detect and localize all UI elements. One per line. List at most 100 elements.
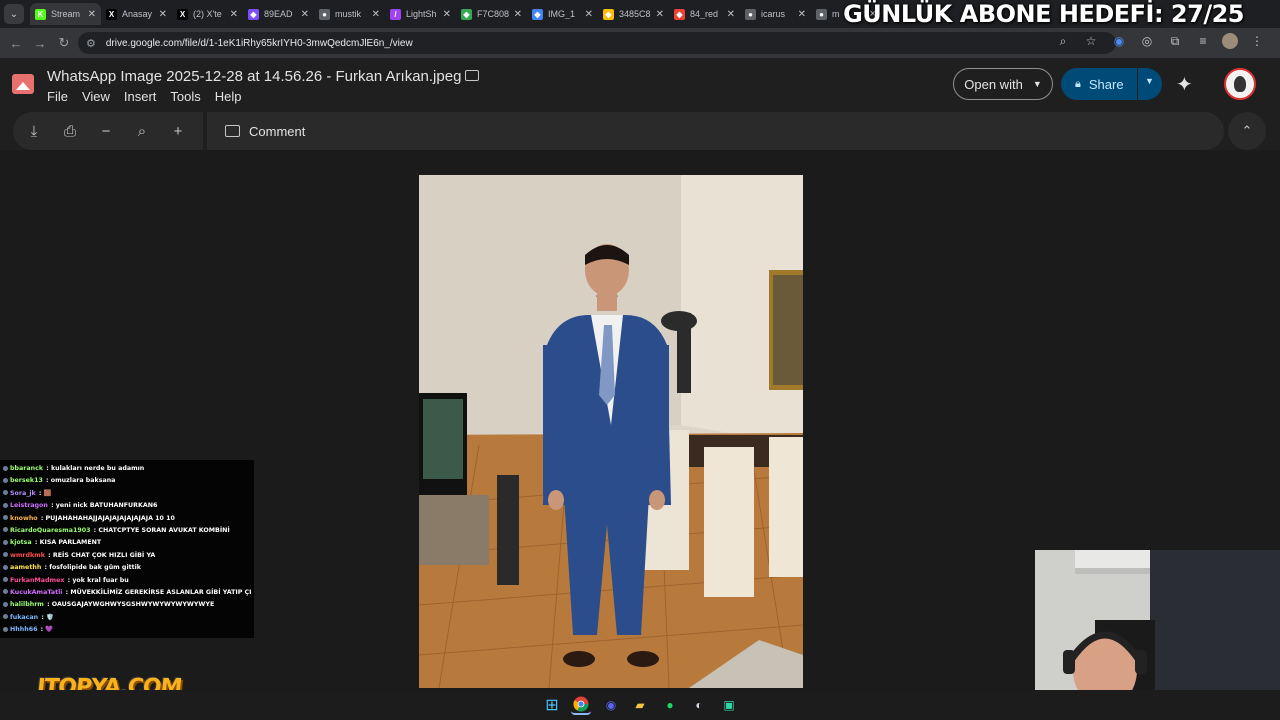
menu-file[interactable]: File — [47, 89, 68, 104]
tab-label: IMG_1 — [548, 9, 576, 19]
chat-message: RicardoQuaresma1903 : CHATCPTYE SORAN AV… — [3, 525, 251, 537]
chat-username[interactable]: KucukAmaTatli — [10, 589, 62, 596]
zoom-icon[interactable]: ⌕ — [131, 120, 153, 142]
chat-text: fosfolipide bak gûm gittik — [49, 564, 141, 572]
chat-username[interactable]: aamethh — [10, 564, 41, 571]
browser-tab[interactable]: ● icarus ✕ — [740, 3, 811, 25]
chat-badge-icon — [3, 614, 8, 620]
lock-icon: 🔒︎ — [1075, 77, 1081, 90]
share-divider — [1137, 68, 1138, 100]
tab-close-icon[interactable]: ✕ — [443, 9, 451, 20]
zoom-out-icon[interactable]: − — [95, 120, 117, 142]
tab-label: 3485C8 — [619, 9, 651, 19]
tab-close-icon[interactable]: ✕ — [514, 9, 522, 20]
preview-image — [419, 175, 803, 688]
menu-help[interactable]: Help — [215, 89, 242, 104]
print-icon[interactable]: ⎙ — [59, 120, 81, 142]
chat-username[interactable]: wmrdkmk — [10, 552, 45, 559]
chat-badge-icon — [3, 552, 8, 558]
tab-close-icon[interactable]: ✕ — [585, 9, 593, 20]
chrome-icon[interactable] — [571, 695, 591, 715]
zoom-icon[interactable]: ⌕ — [1054, 32, 1072, 50]
chat-badge-icon — [3, 477, 8, 483]
comment-button[interactable]: Comment — [249, 124, 305, 139]
browser-tab[interactable]: X Anasay ✕ — [101, 3, 172, 25]
gemini-sparkle-icon[interactable]: ✦ — [1176, 72, 1193, 97]
move-folder-icon[interactable] — [465, 70, 479, 81]
chat-username[interactable]: kjotsa — [10, 539, 32, 546]
app-icon[interactable]: ▣ — [719, 695, 739, 715]
browser-tab[interactable]: ● mustik ✕ — [314, 3, 385, 25]
url-text: drive.google.com/file/d/1-1eK1iRhy65krIY… — [105, 37, 413, 49]
collapse-toolbar-icon[interactable]: ⌃ — [1228, 112, 1266, 150]
extension-icon[interactable]: ◎ — [1138, 32, 1156, 50]
forward-button[interactable]: → — [28, 31, 52, 55]
reload-button[interactable]: ↻ — [52, 31, 76, 55]
menu-tools[interactable]: Tools — [170, 89, 200, 104]
url-input[interactable]: ⚙ drive.google.com/file/d/1-1eK1iRhy65kr… — [78, 32, 1116, 54]
tab-close-icon[interactable]: ✕ — [88, 9, 96, 20]
account-avatar[interactable] — [1224, 68, 1256, 100]
browser-actions: ⌕ ☆ ◉ ◎ ⧉ ≡ ⋮ — [1054, 32, 1266, 50]
bookmark-star-icon[interactable]: ☆ — [1082, 32, 1100, 50]
puzzle-icon[interactable]: ⧉ — [1166, 32, 1184, 50]
browser-tab[interactable]: ◆ 89EAD ✕ — [243, 3, 314, 25]
chat-username[interactable]: Sora_jk — [10, 490, 36, 497]
share-options-caret-icon[interactable]: ▼ — [1145, 76, 1154, 86]
tab-label: 84_red — [690, 9, 719, 19]
chat-badge-icon — [3, 539, 8, 545]
chat-username[interactable]: Leistragon — [10, 502, 48, 509]
tab-close-icon[interactable]: ✕ — [727, 9, 735, 20]
chat-username[interactable]: halilbhrm — [10, 601, 44, 608]
profile-avatar[interactable] — [1222, 33, 1238, 49]
windows-start-icon[interactable]: ⊞ — [542, 695, 562, 715]
browser-tab[interactable]: / LightSh ✕ — [385, 3, 456, 25]
tab-close-icon[interactable]: ✕ — [372, 9, 380, 20]
tab-label: Anasay — [122, 9, 153, 19]
tab-close-icon[interactable]: ✕ — [230, 9, 238, 20]
menu-view[interactable]: View — [82, 89, 110, 104]
chat-separator: : — [45, 551, 53, 559]
chat-message: wmrdkmk : REİS CHAT ÇOK HIZLI GİBİ YA — [3, 550, 251, 562]
browser-tab[interactable]: K Stream ✕ — [30, 3, 101, 25]
zoom-in-icon[interactable]: + — [167, 120, 189, 142]
chat-separator: : — [38, 514, 46, 522]
kebab-menu-icon[interactable]: ⋮ — [1248, 32, 1266, 50]
open-with-button[interactable]: Open with ▼ — [953, 68, 1053, 100]
chat-username[interactable]: RicardoQuaresma1903 — [10, 527, 90, 534]
chat-username[interactable]: Hhhh66 — [10, 626, 37, 633]
media-icon[interactable]: ◉ — [1110, 32, 1128, 50]
tab-close-icon[interactable]: ✕ — [301, 9, 309, 20]
browser-tab[interactable]: ◆ IMG_1 ✕ — [527, 3, 598, 25]
back-button[interactable]: ← — [4, 31, 28, 55]
chat-message: Sora_jk : 🟫 — [3, 488, 251, 500]
chat-message: bbaranck : kulakları nerde bu adamın — [3, 463, 251, 475]
browser-tab[interactable]: X (2) X'te ✕ — [172, 3, 243, 25]
tab-close-icon[interactable]: ✕ — [798, 9, 806, 20]
chat-username[interactable]: knowho — [10, 515, 38, 522]
chat-username[interactable]: FurkanMadmex — [10, 577, 64, 584]
chat-separator: : — [43, 477, 51, 485]
tab-search-button[interactable]: ⌄ — [4, 4, 24, 24]
chat-username[interactable]: bersek13 — [10, 477, 43, 484]
chat-username[interactable]: fukacan — [10, 614, 38, 621]
playlist-icon[interactable]: ≡ — [1194, 32, 1212, 50]
browser-tab[interactable]: ◆ 84_red ✕ — [669, 3, 740, 25]
discord-icon[interactable]: ◉ — [601, 695, 621, 715]
menu-insert[interactable]: Insert — [124, 89, 157, 104]
chat-username[interactable]: bbaranck — [10, 465, 43, 472]
browser-tab[interactable]: ◆ F7C808 ✕ — [456, 3, 527, 25]
chat-message: KucukAmaTatli : MÜVEKKİLİMİZ GEREKİRSE A… — [3, 587, 251, 599]
share-button[interactable]: 🔒︎ Share ▼ — [1061, 68, 1162, 100]
file-explorer-icon[interactable]: ▰ — [630, 695, 650, 715]
tab-close-icon[interactable]: ✕ — [159, 9, 167, 20]
browser-tab[interactable]: ◆ 3485C8 ✕ — [598, 3, 669, 25]
globe-icon: ● — [816, 8, 827, 20]
tab-close-icon[interactable]: ✕ — [656, 9, 664, 20]
chat-message: aamethh : fosfolipide bak gûm gittik — [3, 562, 251, 574]
tab-label: mustik — [335, 9, 362, 19]
download-icon[interactable]: ⤓ — [23, 120, 45, 142]
spotify-icon[interactable]: ● — [660, 695, 680, 715]
steam-icon[interactable]: ◐ — [689, 695, 709, 715]
site-info-icon[interactable]: ⚙ — [86, 37, 96, 50]
